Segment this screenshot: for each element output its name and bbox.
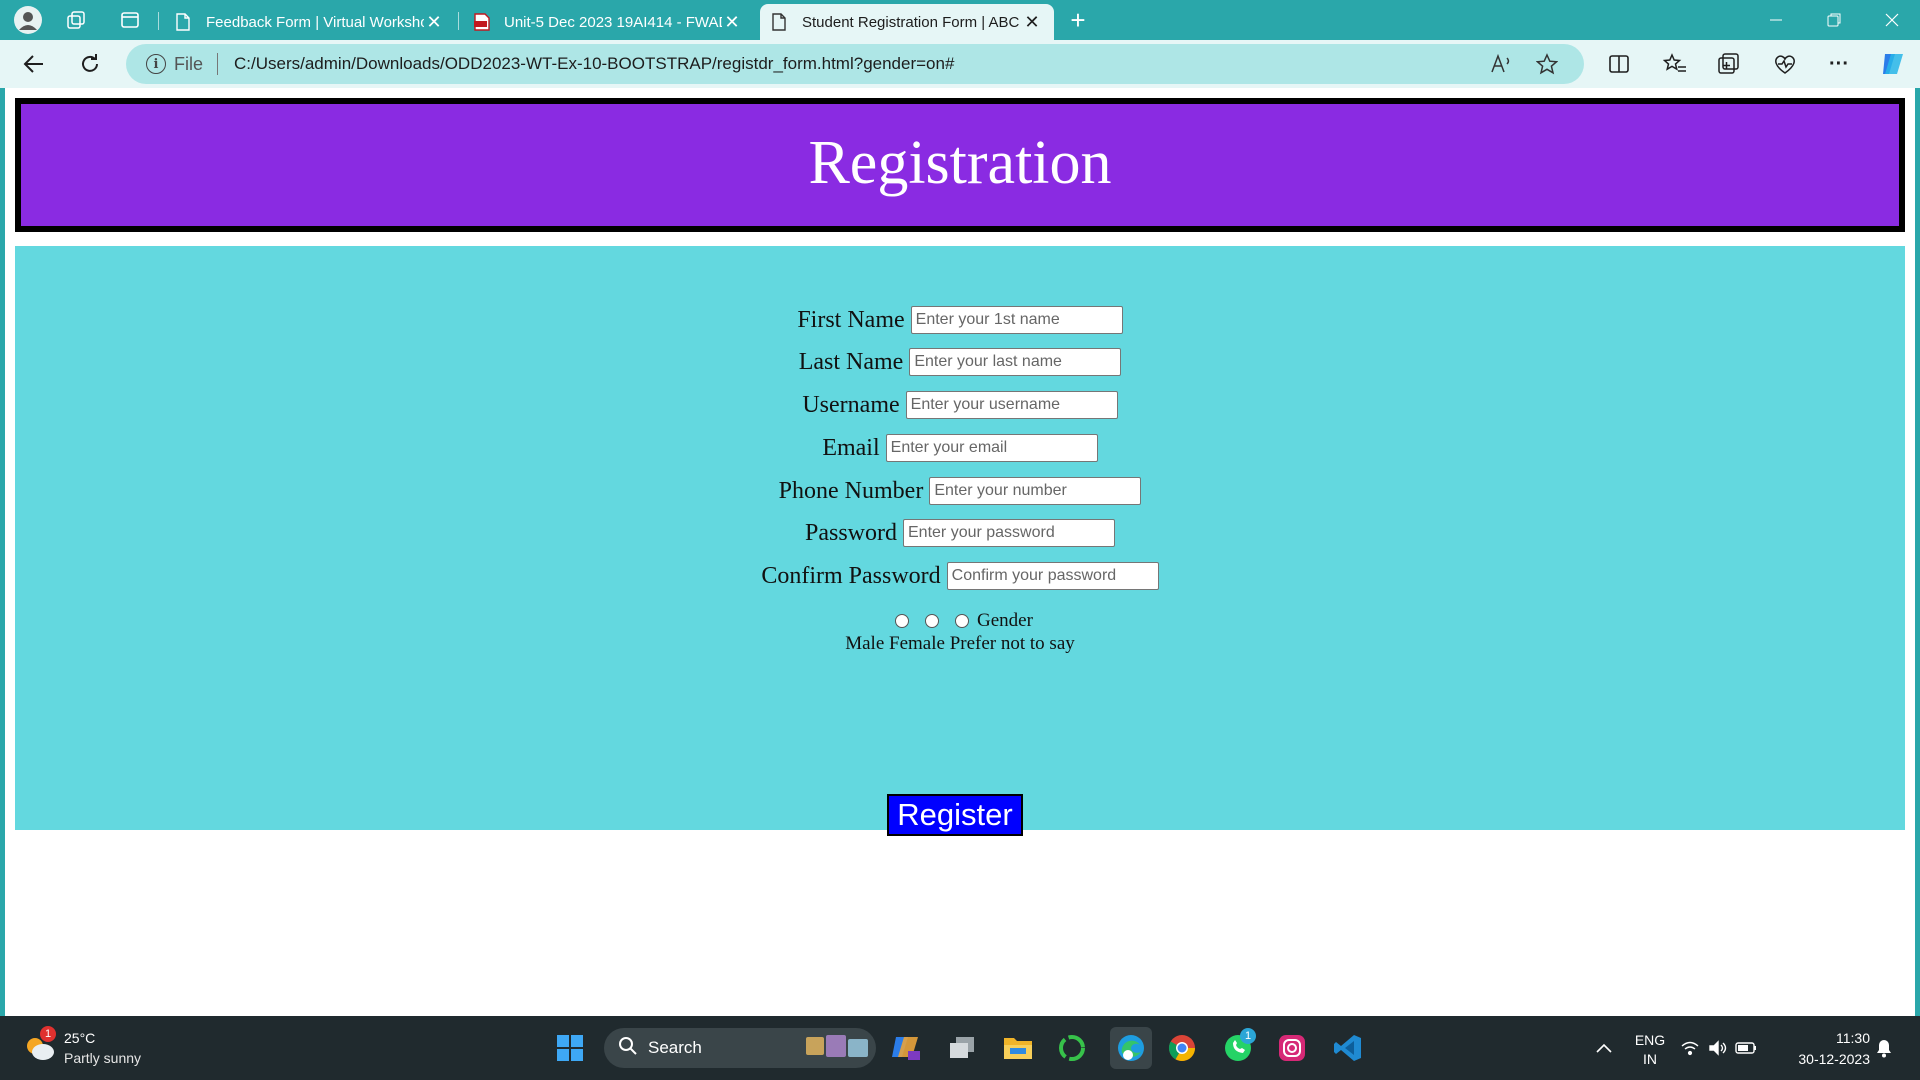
phone-input[interactable] (929, 477, 1142, 505)
email-input[interactable] (885, 434, 1098, 462)
instagram-icon[interactable] (1274, 1030, 1310, 1066)
edge-icon[interactable] (1110, 1027, 1152, 1069)
password-input[interactable] (903, 519, 1115, 547)
new-tab-button[interactable]: + (1062, 4, 1094, 36)
pdf-icon (474, 13, 490, 31)
browser-toolbar: i File C:/Users/admin/Downloads/ODD2023-… (0, 40, 1920, 88)
email-row: Email (15, 434, 1905, 462)
minimize-button[interactable] (1748, 0, 1804, 40)
weather-desc: Partly sunny (64, 1050, 142, 1066)
collections-icon[interactable] (1714, 50, 1744, 78)
site-info-icon[interactable]: i (146, 54, 166, 74)
search-highlight-icon (804, 1031, 870, 1066)
favorites-icon[interactable] (1660, 50, 1690, 78)
refresh-icon[interactable] (72, 48, 108, 80)
register-button[interactable]: Register (887, 794, 1023, 836)
more-options-icon[interactable]: ··· (1824, 50, 1854, 78)
last-name-row: Last Name (15, 348, 1905, 376)
username-label: Username (802, 392, 900, 418)
last-name-input[interactable] (909, 348, 1122, 376)
taskbar-search[interactable]: Search (604, 1028, 876, 1068)
confirm-password-input[interactable] (946, 562, 1159, 590)
close-tab-icon[interactable]: ✕ (1022, 12, 1042, 33)
chrome-icon[interactable] (1164, 1030, 1200, 1066)
last-name-label: Last Name (798, 349, 904, 375)
registration-form: First Name Last Name Username Email Phon… (15, 246, 1905, 830)
registration-banner: Registration (15, 98, 1905, 232)
phone-label: Phone Number (778, 478, 924, 504)
tab-feedback-form[interactable]: Feedback Form | Virtual Worksho ✕ (164, 4, 456, 40)
weather-badge: 1 (40, 1026, 56, 1042)
gender-row: Gender (15, 610, 1905, 632)
password-row: Password (15, 519, 1905, 547)
tab-title: Student Registration Form | ABC (802, 13, 1020, 31)
file-scheme-label: File (174, 53, 204, 74)
language-line2: IN (1643, 1051, 1657, 1067)
restore-button[interactable] (1806, 0, 1862, 40)
language-line1[interactable]: ENG (1626, 1032, 1674, 1048)
tab-actions-icon[interactable] (114, 4, 146, 36)
username-input[interactable] (905, 391, 1118, 419)
task-view-icon[interactable] (944, 1030, 980, 1066)
gender-options-text: Male Female Prefer not to say (845, 633, 1075, 654)
show-hidden-icons-icon[interactable] (1586, 1030, 1622, 1066)
browser-essentials-icon[interactable] (1770, 50, 1800, 78)
email-label: Email (822, 435, 880, 461)
green-circle-app-icon[interactable] (1054, 1030, 1090, 1066)
gender-radio-male[interactable] (895, 614, 910, 628)
gender-radio-prefer-not[interactable] (955, 614, 970, 628)
search-icon (618, 1036, 638, 1061)
read-aloud-icon[interactable] (1488, 52, 1514, 76)
phone-row: Phone Number (15, 477, 1905, 505)
page-icon (772, 13, 788, 31)
workspaces-icon[interactable] (60, 4, 92, 36)
weather-temp: 25°C (64, 1030, 96, 1046)
confirm-password-row: Confirm Password (15, 562, 1905, 590)
system-status-icons[interactable] (1680, 1030, 1760, 1066)
favorite-star-icon[interactable] (1534, 52, 1560, 76)
close-window-button[interactable] (1864, 0, 1920, 40)
clock-date: 30-12-2023 (1798, 1051, 1870, 1067)
close-tab-icon[interactable]: ✕ (722, 12, 742, 33)
notification-bell-icon[interactable] (1866, 1030, 1902, 1066)
whatsapp-badge: 1 (1240, 1028, 1256, 1044)
url-text[interactable]: C:/Users/admin/Downloads/ODD2023-WT-Ex-1… (234, 54, 954, 74)
gender-label: Gender (977, 610, 1033, 631)
password-label: Password (804, 520, 897, 546)
first-name-label: First Name (797, 307, 905, 333)
confirm-password-label: Confirm Password (761, 563, 941, 589)
username-row: Username (15, 391, 1905, 419)
tab-unit5-pdf[interactable]: Unit-5 Dec 2023 19AI414 - FWAD ✕ (462, 4, 754, 40)
copilot-icon[interactable] (1878, 50, 1908, 78)
tab-title: Feedback Form | Virtual Worksho (206, 13, 424, 31)
search-label: Search (648, 1038, 702, 1057)
gender-options-row: Male Female Prefer not to say (15, 633, 1905, 655)
tab-student-registration[interactable]: Student Registration Form | ABC ✕ (760, 4, 1054, 40)
file-explorer-icon[interactable] (1000, 1030, 1036, 1066)
page-icon (176, 13, 192, 31)
clock-time[interactable]: 11:30 (1770, 1030, 1870, 1046)
back-arrow-icon[interactable] (16, 48, 52, 80)
address-bar[interactable]: i File C:/Users/admin/Downloads/ODD2023-… (126, 44, 1584, 84)
page-title: Registration (808, 128, 1112, 197)
gender-radio-female[interactable] (925, 614, 940, 628)
split-screen-icon[interactable] (1604, 50, 1634, 78)
browser-tab-strip: Feedback Form | Virtual Worksho ✕ Unit-5… (0, 0, 1920, 40)
close-tab-icon[interactable]: ✕ (424, 12, 444, 33)
tab-title: Unit-5 Dec 2023 19AI414 - FWAD (504, 13, 722, 31)
page-viewport: Registration First Name Last Name Userna… (5, 88, 1915, 1016)
first-name-row: First Name (15, 306, 1905, 334)
copilot-taskbar-icon[interactable] (888, 1030, 924, 1066)
profile-avatar-icon[interactable] (12, 4, 44, 36)
vscode-icon[interactable] (1330, 1030, 1366, 1066)
windows-taskbar: 1 25°C Partly sunny Search 1 ENG IN 11:3… (0, 1016, 1920, 1080)
first-name-input[interactable] (910, 306, 1123, 334)
windows-start-icon[interactable] (552, 1030, 588, 1066)
